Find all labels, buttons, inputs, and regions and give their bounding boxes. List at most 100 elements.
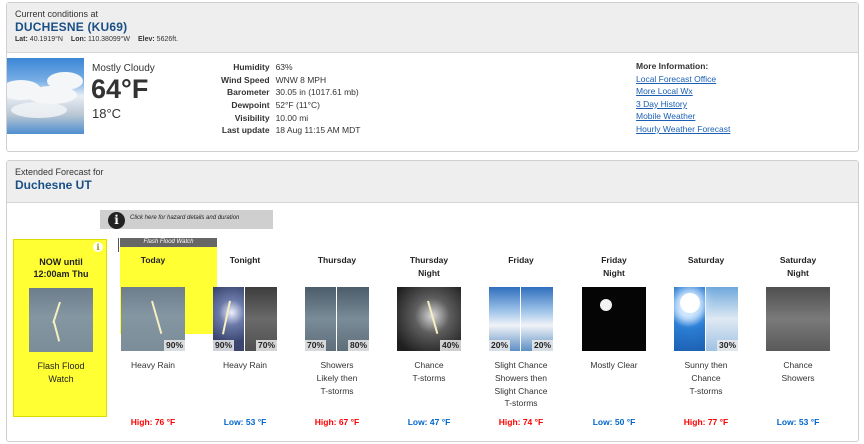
now-hazard-box[interactable]: i NOW until 12:00am Thu Flash Flood Watc…	[13, 239, 107, 417]
short-forecast: Slight Chance Showers then Slight Chance T-…	[475, 359, 567, 411]
period-name: Thursday Night	[383, 254, 475, 280]
now-title-line: NOW until	[39, 257, 83, 267]
detail-label: Wind Speed	[221, 74, 270, 85]
forecast-period[interactable]: Friday 20% 20% Slight Chance Showers then Sli…	[475, 254, 567, 427]
current-temp-c: 18°C	[92, 106, 122, 121]
precip-chance: 70%	[305, 340, 327, 351]
period-name-line: Saturday	[779, 255, 817, 265]
showers-icon: 20% 20%	[489, 287, 553, 351]
current-conditions-header: Current conditions at DUCHESNE (KU69) La…	[7, 3, 858, 53]
now-description: Flash Flood Watch	[14, 360, 108, 385]
forecast-period[interactable]: Thursday 70% 80% Showers Likely then T-storms…	[291, 254, 383, 427]
forecast-period[interactable]: Friday Night Mostly Clear Low: 50 °F	[568, 254, 660, 427]
detail-value: 30.05 in (1017.61 mb)	[275, 87, 359, 98]
short-forecast: Showers Likely then T-storms	[291, 359, 383, 411]
mostly-cloudy-icon	[7, 58, 84, 134]
high-temp: High: 77 °F	[683, 417, 729, 427]
forecast-period[interactable]: Saturday 30% Sunny then Chance T-storms High:…	[660, 254, 752, 427]
heavy-rain-icon: 90%	[121, 287, 185, 351]
low-temp: Low: 53 °F	[776, 417, 820, 427]
detail-label: Visibility	[234, 112, 270, 123]
night-clear-icon	[582, 287, 646, 351]
detail-value: 18 Aug 11:15 AM MDT	[275, 125, 361, 136]
detail-row: Visibility 10.00 mi	[218, 111, 363, 124]
precip-chance: 90%	[163, 340, 185, 351]
period-name-line: Friday	[601, 255, 627, 265]
current-conditions-label: Current conditions at	[15, 9, 99, 19]
short-forecast-line: Showers then	[495, 372, 547, 383]
short-forecast-line: Sunny then	[684, 360, 728, 370]
hazard-details-button[interactable]: i Click here for hazard details and dura…	[100, 210, 273, 229]
detail-label: Humidity	[233, 62, 270, 73]
low-temp: Low: 53 °F	[223, 417, 267, 427]
mobile-weather-link[interactable]: Mobile Weather	[636, 111, 730, 124]
short-forecast-line: T-storms	[504, 398, 538, 409]
detail-label: Last update	[221, 125, 270, 136]
thunderstorm-icon: 40%	[397, 287, 461, 351]
lon-value: 110.38099°W	[88, 36, 131, 43]
current-condition: Mostly Cloudy	[92, 63, 155, 74]
detail-row: Last update 18 Aug 11:15 AM MDT	[218, 124, 363, 137]
forecast-period[interactable]: Thursday Night 40% Chance T-storms Low: 47 °F	[383, 254, 475, 427]
heavy-rain-icon: 90% 70%	[213, 287, 277, 351]
period-name-line: Night	[787, 267, 809, 278]
short-forecast-line: Chance	[783, 360, 813, 370]
short-forecast-line: Slight Chance	[494, 385, 548, 396]
short-forecast-line: Heavy Rain	[223, 360, 267, 370]
short-forecast: Chance Showers	[752, 359, 844, 411]
info-icon[interactable]: i	[93, 242, 103, 252]
more-local-wx-link[interactable]: More Local Wx	[636, 86, 730, 99]
period-name-line: Saturday	[687, 255, 725, 265]
detail-value: 10.00 mi	[275, 112, 309, 123]
heavy-rain-icon	[29, 288, 93, 352]
showers-icon: 70% 80%	[305, 287, 369, 351]
short-forecast: Heavy Rain	[199, 359, 291, 411]
period-image	[766, 287, 830, 351]
hourly-weather-forecast-link[interactable]: Hourly Weather Forecast	[636, 124, 730, 137]
period-name-line: Friday	[508, 255, 534, 265]
extended-forecast-label: Extended Forecast for	[15, 167, 104, 177]
showers-icon	[766, 287, 830, 351]
detail-row: Dewpoint 52°F (11°C)	[218, 99, 363, 112]
short-forecast-line: Slight Chance	[494, 360, 548, 370]
short-forecast-line: T-storms	[320, 385, 354, 396]
forecast-location: Duchesne UT	[15, 178, 92, 192]
short-forecast-line: Heavy Rain	[131, 360, 175, 370]
three-day-history-link[interactable]: 3 Day History	[636, 99, 730, 112]
low-temp: Low: 47 °F	[407, 417, 451, 427]
now-title-line: 12:00am Thu	[33, 269, 89, 279]
detail-value: 52°F (11°C)	[275, 100, 321, 111]
hazard-details-text: Click here for hazard details and durati…	[130, 215, 240, 221]
forecast-period[interactable]: Today 90% Heavy Rain High: 76 °F	[107, 254, 199, 427]
period-name: Friday	[475, 254, 567, 280]
current-details-table: Humidity 63% Wind Speed WNW 8 MPH Baromete…	[218, 61, 363, 137]
local-forecast-office-link[interactable]: Local Forecast Office	[636, 74, 730, 87]
hazard-divider	[118, 238, 119, 252]
detail-value: 63%	[275, 62, 293, 73]
short-forecast: Heavy Rain	[107, 359, 199, 411]
flash-flood-watch-banner[interactable]: Flash Flood Watch	[120, 238, 217, 247]
detail-label: Barometer	[227, 87, 270, 98]
lat-label: Lat:	[15, 36, 28, 43]
precip-chance: 70%	[255, 340, 277, 351]
elev-label: Elev:	[137, 36, 155, 43]
period-name: Thursday	[291, 254, 383, 280]
more-information-title: More Information:	[636, 61, 709, 71]
detail-row: Barometer 30.05 in (1017.61 mb)	[218, 86, 363, 99]
elev-value: 5626ft.	[156, 36, 179, 43]
detail-row: Humidity 63%	[218, 61, 363, 74]
short-forecast-line: Showers	[320, 360, 354, 370]
precip-chance: 20%	[531, 340, 553, 351]
detail-row: Wind Speed WNW 8 MPH	[218, 74, 363, 87]
short-forecast-line: Likely then	[316, 372, 358, 383]
forecast-period[interactable]: Tonight 90% 70% Heavy Rain Low: 53 °F	[199, 254, 291, 427]
now-description-line: Flash Flood	[37, 361, 85, 371]
period-name-line: Night	[418, 267, 440, 278]
forecast-period[interactable]: Saturday Night Chance Showers Low: 53 °F	[752, 254, 844, 427]
period-name: Saturday Night	[752, 254, 844, 280]
more-information: More Information: Local Forecast Office …	[636, 61, 730, 137]
precip-chance: 40%	[439, 340, 461, 351]
detail-label: Dewpoint	[231, 100, 270, 111]
period-name: Saturday	[660, 254, 752, 280]
high-temp: High: 67 °F	[314, 417, 360, 427]
